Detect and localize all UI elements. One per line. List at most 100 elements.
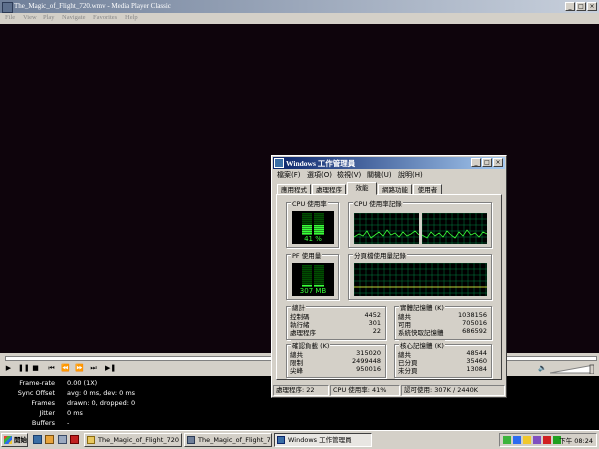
totals-handles-value: 4452 bbox=[364, 311, 381, 319]
cpu-usage-value: 41 % bbox=[304, 235, 322, 243]
gauge-segment bbox=[314, 227, 324, 229]
tm-menu-help[interactable]: 說明(H) bbox=[398, 170, 423, 180]
speaker-tray-icon[interactable] bbox=[523, 436, 531, 444]
tm-menu-view[interactable]: 檢視(V) bbox=[337, 170, 361, 180]
tm-minimize-button[interactable]: _ bbox=[471, 158, 481, 167]
menu-favorites[interactable]: Favorites bbox=[93, 14, 117, 21]
close-button[interactable]: × bbox=[587, 2, 597, 11]
previous-button[interactable]: ⏮ bbox=[47, 364, 56, 373]
totals-processes-value: 22 bbox=[372, 327, 381, 335]
mpc-window-title: The_Magic_of_Flight_720.wmv - Media Play… bbox=[14, 2, 171, 10]
gauge-segment bbox=[302, 227, 312, 229]
gauge-segment bbox=[314, 279, 324, 281]
tm-menu-options[interactable]: 選項(O) bbox=[307, 170, 332, 180]
rewind-button[interactable]: ⏪ bbox=[61, 364, 70, 373]
quick-launch-desktop-icon[interactable] bbox=[33, 435, 42, 444]
cpu-history-label: CPU 使用率記錄 bbox=[353, 198, 403, 208]
taskbar-button-player[interactable]: The_Magic_of_Flight_72... bbox=[184, 433, 272, 447]
kernel-nonpaged-value: 13084 bbox=[466, 365, 487, 373]
tab-performance[interactable]: 效能 bbox=[347, 182, 377, 195]
clock[interactable]: 下午 08:24 bbox=[559, 435, 593, 445]
mpc-title-bar[interactable]: The_Magic_of_Flight_720.wmv - Media Play… bbox=[0, 0, 599, 13]
gauge-segment bbox=[314, 269, 324, 271]
totals-processes-label: 處理程序 bbox=[290, 329, 316, 337]
mpc-app-icon[interactable] bbox=[2, 2, 13, 13]
start-button[interactable]: 開始 bbox=[1, 433, 28, 447]
cpu-usage-group: CPU 使用率 41 % bbox=[286, 198, 339, 248]
taskbar-button-folder[interactable]: The_Magic_of_Flight_720 bbox=[84, 433, 182, 447]
gauge-segment bbox=[314, 217, 324, 219]
quick-launch-media-icon[interactable] bbox=[58, 435, 67, 444]
gauge-segment bbox=[314, 283, 324, 285]
tray-app-icon[interactable] bbox=[513, 436, 521, 444]
gauge-segment bbox=[302, 219, 312, 221]
stat-value: drawn: 0, dropped: 0 bbox=[67, 399, 136, 407]
forward-button[interactable]: ⏩ bbox=[75, 364, 84, 373]
menu-help[interactable]: Help bbox=[125, 14, 138, 21]
stat-label: Buffers bbox=[31, 419, 55, 427]
kernel-nonpaged-label: 未分頁 bbox=[398, 367, 418, 375]
task-manager-icon bbox=[277, 436, 285, 444]
gauge-segment bbox=[302, 281, 312, 283]
quick-launch-app-icon[interactable] bbox=[70, 435, 79, 444]
gauge-segment bbox=[302, 225, 312, 227]
menu-navigate[interactable]: Navigate bbox=[62, 14, 85, 21]
tm-menu-file[interactable]: 檔案(F) bbox=[277, 170, 301, 180]
gauge-segment bbox=[302, 283, 312, 285]
speaker-icon[interactable]: 🔈 bbox=[538, 364, 547, 373]
stat-value: 0.00 (1X) bbox=[67, 379, 98, 387]
gauge-segment bbox=[314, 229, 324, 231]
taskbar-button-label: The_Magic_of_Flight_72... bbox=[198, 436, 271, 444]
gauge-segment bbox=[314, 219, 324, 221]
folder-icon bbox=[87, 436, 95, 444]
stat-label: Frame-rate bbox=[19, 379, 55, 387]
maximize-button[interactable]: □ bbox=[576, 2, 586, 11]
cpu-usage-label: CPU 使用率 bbox=[291, 198, 328, 208]
gauge-segment bbox=[302, 275, 312, 277]
commit-charge-group: 確認負載 (K) 總共 315020 限制 2499448 尖峰 950016 bbox=[286, 340, 386, 378]
task-manager-title: Windows 工作管理員 bbox=[286, 159, 356, 168]
network-icon[interactable] bbox=[503, 436, 511, 444]
gauge-segment bbox=[314, 273, 324, 275]
gauge-segment bbox=[314, 275, 324, 277]
tm-menu-shutdown[interactable]: 關機(U) bbox=[367, 170, 392, 180]
quick-launch-browser-icon[interactable] bbox=[45, 435, 54, 444]
antivirus-icon[interactable] bbox=[543, 436, 551, 444]
gauge-segment bbox=[314, 281, 324, 283]
gauge-segment bbox=[302, 223, 312, 225]
next-button[interactable]: ⏭ bbox=[89, 364, 98, 373]
pf-usage-group: PF 使用量 307 MB bbox=[286, 250, 339, 300]
task-manager-icon[interactable] bbox=[274, 158, 284, 168]
start-label: 開始 bbox=[14, 436, 27, 444]
menu-play[interactable]: Play bbox=[43, 14, 55, 21]
gauge-segment bbox=[314, 223, 324, 225]
tray-utility-icon[interactable] bbox=[533, 436, 541, 444]
task-manager-window: Windows 工作管理員 _ □ × 檔案(F) 選項(O) 檢視(V) 關機… bbox=[271, 155, 507, 398]
totals-group: 總計 控制碼 4452 執行緒 301 處理程序 22 bbox=[286, 302, 386, 340]
frame-step-button[interactable]: ▶❚ bbox=[105, 364, 116, 373]
play-button[interactable]: ▶ bbox=[4, 364, 13, 373]
gauge-segment bbox=[314, 277, 324, 279]
pf-history-graph bbox=[354, 263, 487, 296]
pf-history-label: 分頁檔使用量記錄 bbox=[353, 250, 407, 260]
gauge-segment bbox=[314, 213, 324, 215]
gauge-segment bbox=[302, 215, 312, 217]
pause-button[interactable]: ❚❚ bbox=[18, 364, 30, 373]
gauge-segment bbox=[314, 225, 324, 227]
task-manager-title-bar[interactable]: Windows 工作管理員 _ □ × bbox=[273, 157, 505, 169]
pf-history-group: 分頁檔使用量記錄 bbox=[348, 250, 492, 300]
taskbar-button-task-manager[interactable]: Windows 工作管理員 bbox=[274, 433, 372, 447]
minimize-button[interactable]: _ bbox=[565, 2, 575, 11]
media-player-icon bbox=[187, 436, 195, 444]
volume-slider[interactable] bbox=[550, 364, 594, 374]
tm-close-button[interactable]: × bbox=[493, 158, 503, 167]
menu-view[interactable]: View bbox=[23, 14, 37, 21]
taskbar-button-label: Windows 工作管理員 bbox=[288, 436, 352, 444]
gauge-segment bbox=[302, 213, 312, 215]
status-processes: 處理程序: 22 bbox=[273, 385, 329, 396]
kernel-total-value: 48544 bbox=[466, 349, 487, 357]
cpu-history-graph-1 bbox=[354, 213, 419, 244]
tm-maximize-button[interactable]: □ bbox=[482, 158, 492, 167]
menu-file[interactable]: File bbox=[5, 14, 15, 21]
stop-button[interactable]: ■ bbox=[31, 364, 40, 373]
